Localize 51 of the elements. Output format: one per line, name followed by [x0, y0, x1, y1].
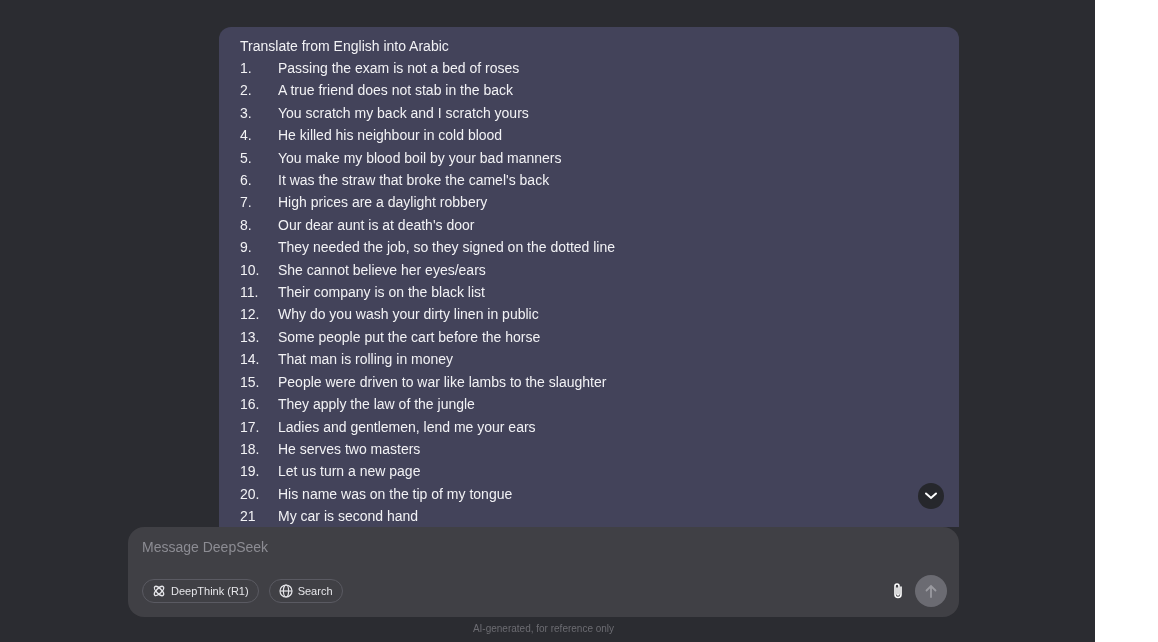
list-item-text: Our dear aunt is at death's door	[278, 215, 475, 235]
message-input[interactable]: Message DeepSeek	[142, 537, 947, 557]
list-number: 8.	[240, 215, 253, 235]
list-item-text: You scratch my back and I scratch yours	[278, 103, 529, 123]
list-number: 13.	[240, 327, 261, 347]
list-item-text: Some people put the cart before the horse	[278, 327, 541, 347]
list-number: 5.	[240, 148, 253, 168]
list-item-text: It was the straw that broke the camel's back	[278, 171, 550, 191]
list-item-text: Let us turn a new page	[278, 462, 421, 482]
list-item-text: A true friend does not stab in the back	[278, 81, 514, 101]
list-item-text: Their company is on the black list	[278, 283, 485, 303]
list-number: 9.	[240, 238, 253, 258]
list-item-text: She cannot believe her eyes/ears	[278, 260, 486, 280]
list-number: 15.	[240, 372, 261, 392]
list-item-text: People were driven to war like lambs to the slaughter	[278, 372, 607, 392]
list-item-text: He serves two masters	[278, 439, 421, 459]
list-number: 7.	[240, 193, 253, 213]
list-number: 2.	[240, 81, 253, 101]
list-number: 1.	[240, 59, 253, 78]
list-item-text: That man is rolling in money	[278, 350, 454, 370]
list-item-text: You make my blood boil by your bad manners	[278, 148, 562, 168]
list-item-text: His name was on the tip of my tongue	[278, 484, 513, 504]
list-item-text: Why do you wash your dirty linen in public	[278, 305, 539, 325]
atom-icon	[152, 584, 166, 598]
arrow-up-icon	[925, 584, 937, 598]
list-item-text: High prices are a daylight robbery	[278, 193, 488, 213]
list-number: 6.	[240, 171, 253, 191]
list-number: 18.	[240, 439, 261, 459]
list-number: 19.	[240, 462, 261, 482]
disclaimer-text: AI-generated, for reference only	[471, 623, 616, 634]
list-item-text: They needed the job, so they signed on the dotted line	[278, 238, 616, 258]
list-number: 16.	[240, 395, 261, 415]
list-number: 11.	[240, 283, 260, 303]
list-number: 14.	[240, 350, 261, 370]
scroll-down-button[interactable]	[918, 483, 944, 509]
list-item-text: Passing the exam is not a bed of roses	[278, 59, 520, 78]
list-number: 4.	[240, 126, 253, 146]
list-number: 21	[240, 507, 257, 527]
list-number: 10.	[240, 260, 261, 280]
list-number: 3.	[240, 103, 253, 123]
list-item-text: He killed his neighbour in cold blood	[278, 126, 503, 146]
list-item-text: They apply the law of the jungle	[278, 395, 475, 415]
chevron-down-icon	[925, 492, 937, 500]
list-item-text: Ladies and gentlemen, lend me your ears	[278, 417, 536, 437]
list-number: 17.	[240, 417, 261, 437]
list-number: 20.	[240, 484, 261, 504]
paperclip-icon[interactable]	[891, 582, 905, 600]
globe-icon	[278, 584, 293, 598]
message-heading: Translate from English into Arabic	[240, 37, 450, 56]
list-number: 12.	[240, 305, 261, 325]
list-item-text: My car is second hand	[278, 507, 419, 527]
